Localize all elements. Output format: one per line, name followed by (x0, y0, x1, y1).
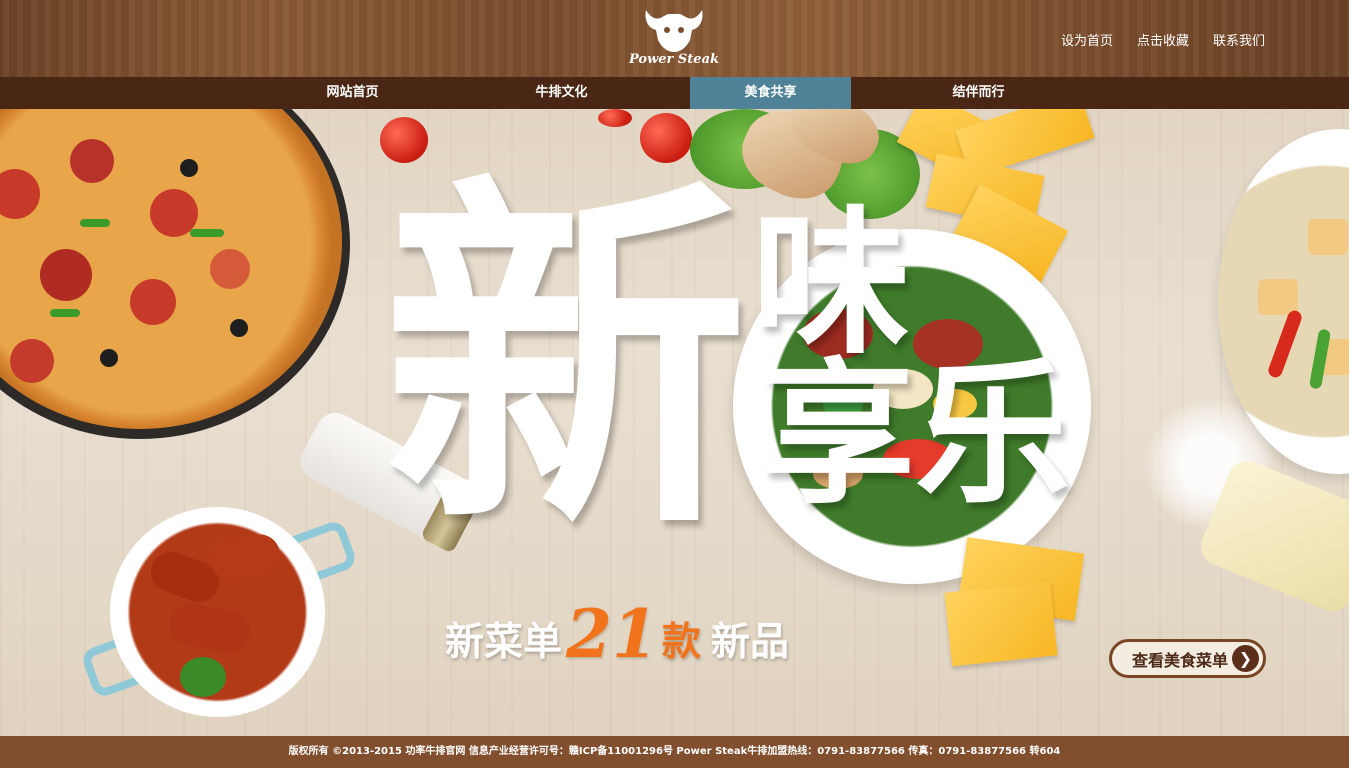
subline-suffix: 新品 (710, 620, 789, 665)
tomato-image (598, 109, 632, 127)
chevron-right-icon: ❯ (1232, 645, 1259, 672)
footer: 版权所有 ©2013-2015 功率牛排官网 信息产业经营许可号：赣ICP备11… (0, 736, 1349, 768)
subline-prefix: 新菜单 (445, 620, 563, 665)
nav-home[interactable]: 网站首页 (272, 77, 433, 109)
nav-travel-together[interactable]: 结伴而行 (898, 77, 1059, 109)
contact-link[interactable]: 联系我们 (1213, 30, 1265, 49)
bookmark-link[interactable]: 点击收藏 (1137, 30, 1189, 49)
main-nav: 网站首页 牛排文化 美食共享 结伴而行 (0, 77, 1349, 109)
headline-xiangle: 享乐 (760, 344, 1070, 525)
headline-xin: 新 (383, 149, 748, 574)
cheese-image (944, 581, 1058, 667)
logo-text: Power Steak (628, 52, 720, 67)
nav-food-share[interactable]: 美食共享 (690, 77, 851, 109)
nav-steak-culture[interactable]: 牛排文化 (481, 77, 642, 109)
hero-banner: 新 味 享乐 新菜单 21 款 新品 查看美食菜单 ❯ (0, 109, 1349, 736)
bull-logo-icon (645, 10, 703, 52)
logo[interactable]: Power Steak (624, 6, 724, 72)
subline-unit: 款 (661, 620, 701, 665)
pizza-image (0, 109, 350, 439)
subline-number: 21 (566, 595, 658, 673)
footer-copyright: 版权所有 ©2013-2015 功率牛排官网 信息产业经营许可号：赣ICP备11… (288, 746, 1061, 757)
chicken-wings-image (110, 507, 325, 717)
view-menu-label: 查看美食菜单 (1132, 650, 1229, 670)
headline-wei: 味 (752, 192, 910, 376)
top-links: 设为首页 点击收藏 联系我们 (1061, 30, 1265, 49)
subline: 新菜单 21 款 新品 (445, 597, 789, 667)
header: Power Steak 设为首页 点击收藏 联系我们 (0, 0, 1349, 77)
view-menu-button[interactable]: 查看美食菜单 ❯ (1109, 639, 1266, 678)
set-homepage-link[interactable]: 设为首页 (1061, 30, 1113, 49)
